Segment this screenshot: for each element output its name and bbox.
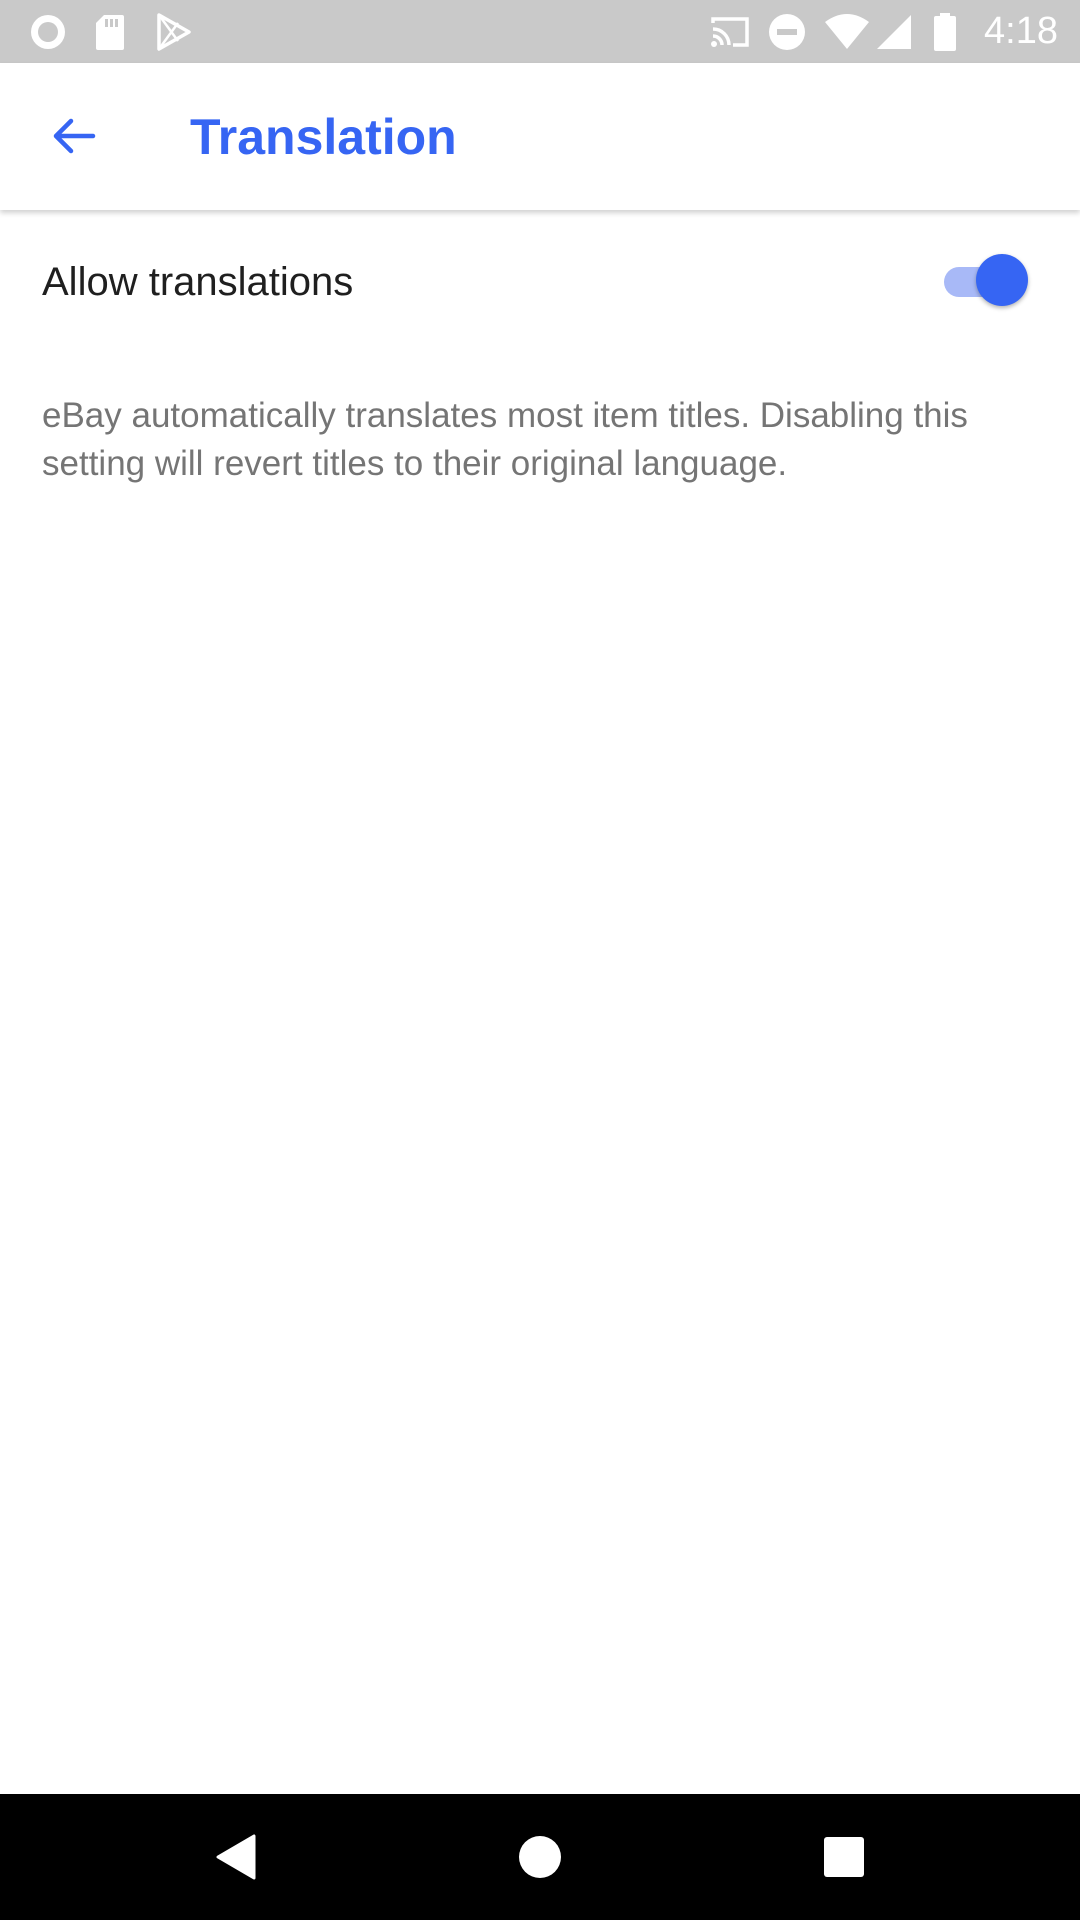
screen: 4:18 Translation Allow translations eBay…	[0, 0, 1080, 1920]
nav-back-button[interactable]	[176, 1794, 296, 1920]
status-bar: 4:18	[0, 0, 1080, 63]
back-button[interactable]	[36, 98, 112, 174]
setting-row-allow-translations[interactable]: Allow translations	[0, 210, 1080, 354]
play-store-icon	[154, 0, 194, 63]
navigation-bar	[0, 1794, 1080, 1920]
signal-icon	[874, 0, 914, 63]
record-icon	[28, 0, 68, 63]
app-bar: Translation	[0, 63, 1080, 210]
wifi-icon	[824, 0, 870, 63]
sd-card-icon	[93, 0, 127, 63]
toggle-thumb	[976, 254, 1028, 306]
home-circle-icon	[519, 1836, 561, 1878]
allow-translations-toggle[interactable]	[944, 254, 1030, 306]
battery-icon	[932, 0, 958, 63]
setting-description: eBay automatically translates most item …	[42, 396, 968, 483]
arrow-left-icon	[53, 118, 96, 154]
cast-icon	[708, 0, 752, 63]
do-not-disturb-icon	[767, 0, 807, 63]
status-time: 4:18	[984, 10, 1058, 52]
setting-label: Allow translations	[42, 259, 354, 304]
page-title: Translation	[190, 108, 457, 165]
back-triangle-icon	[216, 1834, 256, 1880]
recents-square-icon	[824, 1837, 864, 1877]
nav-home-button[interactable]	[480, 1794, 600, 1920]
nav-recents-button[interactable]	[784, 1794, 904, 1920]
